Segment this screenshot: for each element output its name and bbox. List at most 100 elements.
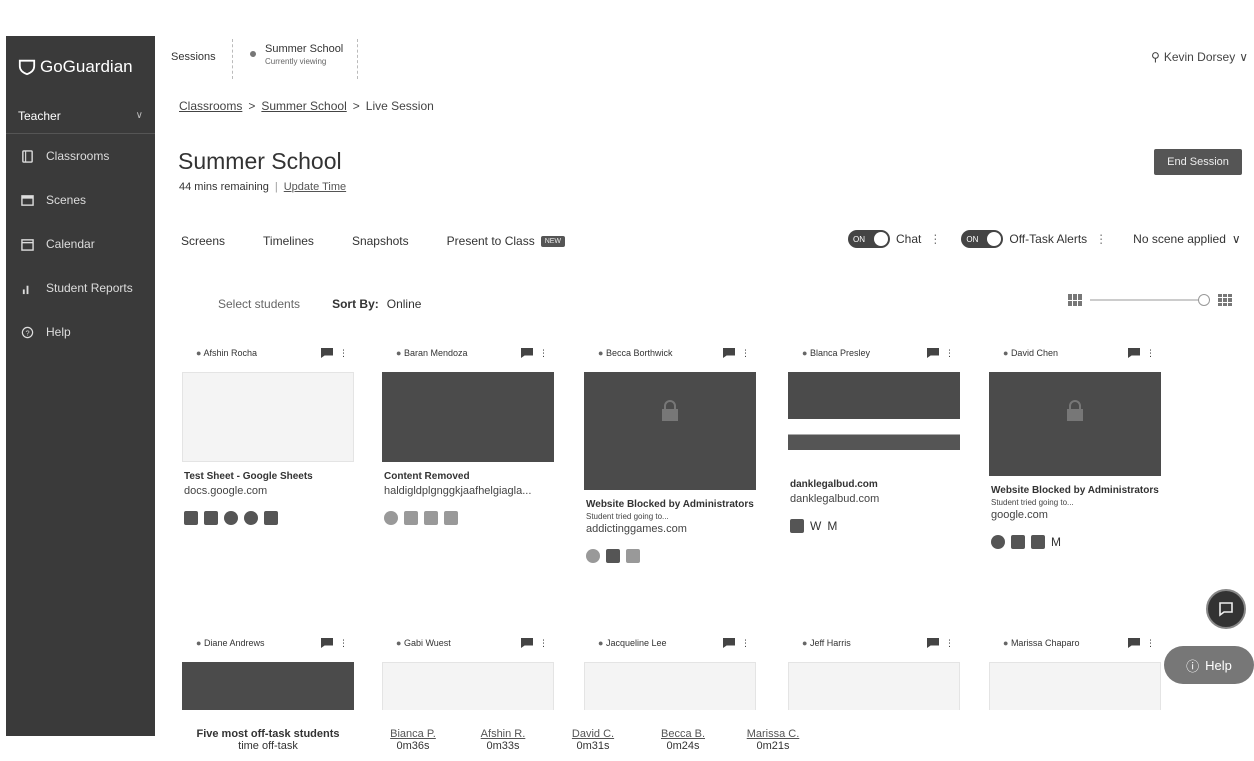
classroom-icon[interactable] [1031, 535, 1045, 549]
small-grid-icon[interactable] [1068, 294, 1082, 306]
screen-thumbnail[interactable] [989, 372, 1161, 476]
chat-flag-icon[interactable] [927, 348, 939, 358]
student-name: Marissa Chaparo [1003, 638, 1080, 648]
chat-flag-icon[interactable] [521, 638, 533, 648]
google-icon[interactable] [384, 511, 398, 525]
off-task-time: 0m36s [396, 740, 430, 752]
student-card[interactable]: Blanca Presley ⋮ danklegalbud.com dankle… [782, 340, 966, 590]
tab-present-to-class[interactable]: Present to Class NEW [447, 234, 566, 248]
screen-thumbnail[interactable] [182, 372, 354, 462]
screen-thumbnail[interactable] [584, 662, 756, 710]
more-icon[interactable]: ⋮ [741, 638, 750, 649]
more-icon[interactable]: ⋮ [539, 348, 548, 359]
more-icon[interactable]: ⋮ [1146, 638, 1155, 649]
select-students-dropdown[interactable]: Select students [218, 297, 300, 311]
more-icon[interactable]: ⋮ [1146, 348, 1155, 359]
sidebar-item-student-reports[interactable]: Student Reports [6, 266, 155, 310]
screen-thumbnail[interactable] [788, 662, 960, 710]
docs-icon[interactable] [404, 511, 418, 525]
youtube-icon[interactable] [204, 511, 218, 525]
screen-thumbnail[interactable] [382, 372, 554, 462]
sidebar-item-help[interactable]: ? Help [6, 310, 155, 354]
screen-thumbnail[interactable] [382, 662, 554, 710]
student-card[interactable]: David Chen ⋮ Website Blocked by Administ… [983, 340, 1167, 590]
off-task-student-name[interactable]: Marissa C. [728, 728, 818, 740]
session-chip[interactable]: Summer School Currently viewing [232, 39, 359, 79]
off-task-student-name[interactable]: Becca B. [638, 728, 728, 740]
breadcrumb-classrooms[interactable]: Classrooms [179, 99, 242, 113]
sidebar-item-calendar[interactable]: Calendar [6, 222, 155, 266]
pinterest-icon[interactable] [244, 511, 258, 525]
goguardian-logo[interactable]: GoGuardian [6, 36, 155, 98]
docs-icon[interactable] [264, 511, 278, 525]
gmail-icon[interactable]: M [827, 519, 837, 533]
chat-flag-icon[interactable] [321, 638, 333, 648]
student-card[interactable]: Baran Mendoza ⋮ Content Removed haldigld… [376, 340, 560, 590]
student-card[interactable]: Becca Borthwick ⋮ Website Blocked by Adm… [578, 340, 762, 590]
more-icon[interactable]: ⋮ [945, 638, 954, 649]
end-session-button[interactable]: End Session [1154, 149, 1242, 175]
role-selector[interactable]: Teacher ∨ [6, 98, 155, 134]
slider-thumb[interactable] [1198, 294, 1210, 306]
more-icon[interactable]: ⋮ [339, 638, 348, 649]
chat-flag-icon[interactable] [321, 348, 333, 358]
off-task-student-name[interactable]: David C. [548, 728, 638, 740]
off-task-student-name[interactable]: Bianca P. [368, 728, 458, 740]
scene-select[interactable]: No scene applied ∨ [1133, 232, 1241, 246]
google-icon[interactable] [586, 549, 600, 563]
tab-timelines[interactable]: Timelines [263, 234, 314, 248]
page-icon[interactable] [424, 511, 438, 525]
youtube-icon[interactable] [1011, 535, 1025, 549]
student-card[interactable]: Afshin Rocha ⋮ Test Sheet - Google Sheet… [176, 340, 360, 590]
chevron-down-icon: ∨ [1231, 232, 1241, 246]
chat-label: Chat [896, 232, 922, 246]
pinterest-icon[interactable] [991, 535, 1005, 549]
tab-screens[interactable]: Screens [181, 234, 225, 248]
facebook-icon[interactable] [790, 519, 804, 533]
screen-thumbnail[interactable] [788, 372, 960, 450]
chat-fab[interactable] [1206, 589, 1246, 629]
sidebar-item-scenes[interactable]: Scenes [6, 178, 155, 222]
chat-flag-icon[interactable] [723, 638, 735, 648]
page-icon[interactable] [626, 549, 640, 563]
student-card[interactable]: Diane Andrews ⋮ [176, 630, 360, 710]
tab-snapshots[interactable]: Snapshots [352, 234, 409, 248]
alerts-more-icon[interactable]: ⋮ [1095, 232, 1107, 246]
gmail-icon[interactable]: M [1051, 535, 1061, 549]
update-time-link[interactable]: Update Time [284, 181, 346, 193]
student-card[interactable]: Jeff Harris ⋮ [782, 630, 966, 710]
screen-thumbnail[interactable] [584, 372, 756, 490]
off-task-alerts-toggle[interactable]: ON [961, 230, 1004, 248]
chat-flag-icon[interactable] [1128, 348, 1140, 358]
screen-thumbnail[interactable] [989, 662, 1161, 710]
user-menu[interactable]: ⚲ Kevin Dorsey ∨ [1151, 50, 1248, 64]
chat-flag-icon[interactable] [1128, 638, 1140, 648]
more-icon[interactable]: ⋮ [539, 638, 548, 649]
large-grid-icon[interactable] [1218, 294, 1232, 306]
chat-toggle[interactable]: ON [848, 230, 890, 248]
screen-thumbnail[interactable] [182, 662, 354, 710]
student-card[interactable]: Jacqueline Lee ⋮ [578, 630, 762, 710]
chat-more-icon[interactable]: ⋮ [929, 232, 941, 246]
youtube-icon[interactable] [606, 549, 620, 563]
help-button[interactable]: ⓘ Help [1164, 646, 1254, 684]
sessions-label[interactable]: Sessions [171, 51, 216, 63]
student-card[interactable]: Marissa Chaparo ⋮ [983, 630, 1167, 710]
docs-icon[interactable] [444, 511, 458, 525]
breadcrumb-summer-school[interactable]: Summer School [261, 99, 346, 113]
sheets-icon[interactable] [184, 511, 198, 525]
chat-flag-icon[interactable] [927, 638, 939, 648]
student-name: Afshin Rocha [196, 348, 257, 358]
student-card[interactable]: Gabi Wuest ⋮ [376, 630, 560, 710]
sort-select[interactable]: Online [387, 297, 422, 311]
wikipedia-icon[interactable]: W [810, 519, 821, 533]
off-task-student-name[interactable]: Afshin R. [458, 728, 548, 740]
pinterest-icon[interactable] [224, 511, 238, 525]
more-icon[interactable]: ⋮ [945, 348, 954, 359]
chat-flag-icon[interactable] [521, 348, 533, 358]
more-icon[interactable]: ⋮ [339, 348, 348, 359]
sidebar-item-classrooms[interactable]: Classrooms [6, 134, 155, 178]
more-icon[interactable]: ⋮ [741, 348, 750, 359]
thumbnail-size-slider[interactable] [1090, 294, 1210, 306]
chat-flag-icon[interactable] [723, 348, 735, 358]
